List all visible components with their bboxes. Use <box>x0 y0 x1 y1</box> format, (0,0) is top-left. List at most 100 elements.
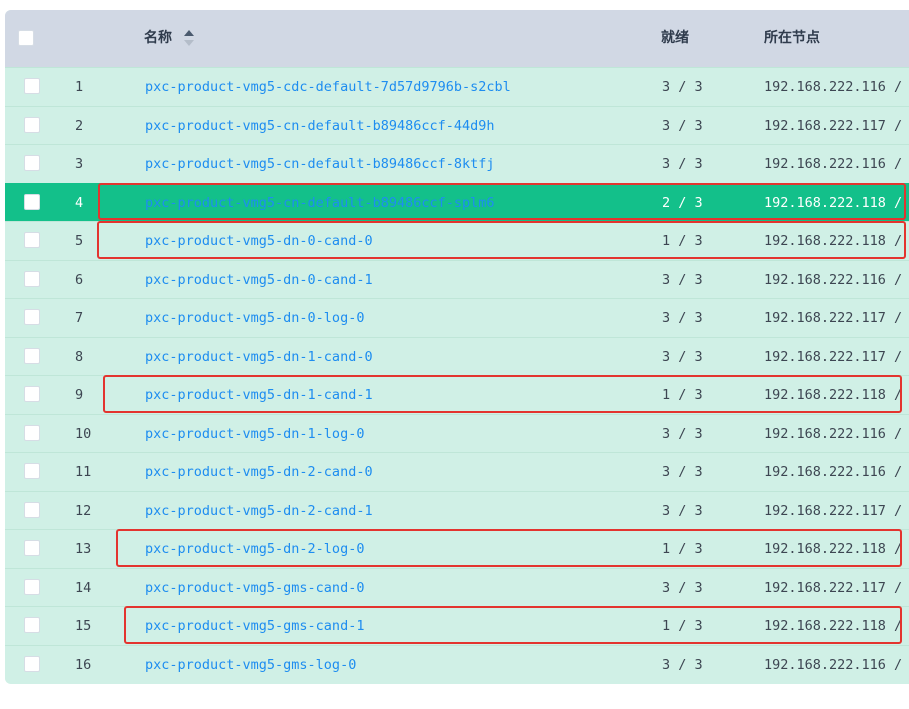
column-header-node-label: 所在节点 <box>764 30 820 46</box>
node-address: 192.168.222.118 / <box>764 387 903 403</box>
node-address: 192.168.222.118 / <box>764 618 903 634</box>
node-address: 192.168.222.116 / <box>764 656 903 673</box>
row-index: 16 <box>75 656 92 673</box>
node-address: 192.168.222.117 / <box>764 310 903 326</box>
row-checkbox[interactable] <box>24 78 40 94</box>
row-index: 4 <box>75 194 84 211</box>
row-checkbox[interactable] <box>24 655 40 672</box>
pod-name-link[interactable]: pxc-product-vmg5-dn-1-cand-0 <box>145 338 373 376</box>
row-index: 11 <box>75 464 92 480</box>
column-header-name[interactable]: 名称 <box>144 10 172 67</box>
row-checkbox[interactable] <box>24 232 40 248</box>
pod-name-link[interactable]: pxc-product-vmg5-dn-2-cand-0 <box>145 453 373 491</box>
table-row[interactable]: 3 pxc-product-vmg5-cn-default-b89486ccf-8… <box>5 144 909 182</box>
row-index: 15 <box>75 618 92 634</box>
pod-name-link[interactable]: pxc-product-vmg5-dn-1-cand-1 <box>145 376 373 414</box>
row-index: 2 <box>75 117 84 134</box>
ready-count: 3 / 3 <box>662 271 703 288</box>
ready-count: 3 / 3 <box>662 502 703 519</box>
ready-count: 3 / 3 <box>662 310 703 326</box>
pod-name-link[interactable]: pxc-product-vmg5-dn-0-log-0 <box>145 299 364 337</box>
row-index: 13 <box>75 541 92 557</box>
ready-count: 3 / 3 <box>662 156 703 172</box>
pod-name-link[interactable]: pxc-product-vmg5-gms-cand-0 <box>145 569 364 607</box>
sort-icon[interactable] <box>183 28 195 48</box>
table-row[interactable]: 7 pxc-product-vmg5-dn-0-log-0 3 / 3 192.168… <box>5 298 909 336</box>
pod-name-link[interactable]: pxc-product-vmg5-cn-default-b89486ccf-44… <box>145 107 495 145</box>
ready-count: 3 / 3 <box>662 425 703 442</box>
table-row[interactable]: 14 pxc-product-vmg5-gms-cand-0 3 / 3 192.16… <box>5 567 909 607</box>
row-index: 14 <box>75 579 92 596</box>
row-index: 10 <box>75 425 92 442</box>
pod-name-link[interactable]: pxc-product-vmg5-dn-0-cand-1 <box>145 261 373 299</box>
column-header-name-label: 名称 <box>144 30 172 46</box>
row-index: 6 <box>75 271 84 288</box>
node-address: 192.168.222.116 / <box>764 271 903 288</box>
table-row[interactable]: 15 pxc-product-vmg5-gms-cand-1 1 / 3 192.16… <box>5 606 909 644</box>
pod-name-link[interactable]: pxc-product-vmg5-cdc-default-7d57d9796b-… <box>145 68 511 106</box>
row-index: 3 <box>75 156 84 172</box>
table-row[interactable]: 2 pxc-product-vmg5-cn-default-b89486ccf-4… <box>5 105 909 145</box>
row-index: 5 <box>75 233 84 249</box>
row-index: 9 <box>75 387 84 403</box>
row-index: 12 <box>75 502 92 519</box>
row-index: 8 <box>75 348 84 365</box>
table-row[interactable]: 9 pxc-product-vmg5-dn-1-cand-1 1 / 3 192.16… <box>5 375 909 413</box>
pod-name-link[interactable]: pxc-product-vmg5-cn-default-b89486ccf-sp… <box>145 184 495 222</box>
table-row[interactable]: 6 pxc-product-vmg5-dn-0-cand-1 3 / 3 192.16… <box>5 259 909 299</box>
row-checkbox[interactable] <box>24 155 40 171</box>
table-row[interactable]: 11 pxc-product-vmg5-dn-2-cand-0 3 / 3 192.1… <box>5 452 909 490</box>
node-address: 192.168.222.118 / <box>764 194 903 211</box>
table-row[interactable]: 4 pxc-product-vmg5-cn-default-b89486ccf-s… <box>5 182 909 222</box>
row-index: 7 <box>75 310 84 326</box>
column-header-ready[interactable]: 就绪 <box>661 10 689 67</box>
row-checkbox[interactable] <box>24 193 40 210</box>
pod-name-link[interactable]: pxc-product-vmg5-gms-cand-1 <box>145 607 364 645</box>
table-row[interactable]: 10 pxc-product-vmg5-dn-1-log-0 3 / 3 192.16… <box>5 413 909 453</box>
row-checkbox[interactable] <box>24 501 40 518</box>
node-address: 192.168.222.118 / <box>764 541 903 557</box>
node-address: 192.168.222.117 / <box>764 502 903 519</box>
table-row[interactable]: 16 pxc-product-vmg5-gms-log-0 3 / 3 192.168… <box>5 644 909 684</box>
ready-count: 3 / 3 <box>662 79 703 95</box>
ready-count: 1 / 3 <box>662 387 703 403</box>
table-row[interactable]: 8 pxc-product-vmg5-dn-1-cand-0 3 / 3 192.16… <box>5 336 909 376</box>
table-header: 名称 就绪 所在节点 <box>5 10 909 67</box>
row-checkbox[interactable] <box>24 463 40 479</box>
table-row[interactable]: 5 pxc-product-vmg5-dn-0-cand-0 1 / 3 192.16… <box>5 221 909 259</box>
ready-count: 3 / 3 <box>662 656 703 673</box>
row-checkbox[interactable] <box>24 617 40 633</box>
row-checkbox[interactable] <box>24 116 40 133</box>
row-checkbox[interactable] <box>24 270 40 287</box>
pod-name-link[interactable]: pxc-product-vmg5-dn-0-cand-0 <box>145 222 373 260</box>
node-address: 192.168.222.118 / <box>764 233 903 249</box>
ready-count: 1 / 3 <box>662 233 703 249</box>
node-address: 192.168.222.116 / <box>764 464 903 480</box>
table-row[interactable]: 1 pxc-product-vmg5-cdc-default-7d57d9796b… <box>5 67 909 105</box>
node-address: 192.168.222.117 / <box>764 348 903 365</box>
table-row[interactable]: 12 pxc-product-vmg5-dn-2-cand-1 3 / 3 192.1… <box>5 490 909 530</box>
table-row[interactable]: 13 pxc-product-vmg5-dn-2-log-0 1 / 3 192.16… <box>5 529 909 567</box>
node-address: 192.168.222.116 / <box>764 425 903 442</box>
pod-name-link[interactable]: pxc-product-vmg5-gms-log-0 <box>145 646 356 684</box>
node-address: 192.168.222.117 / <box>764 579 903 596</box>
pod-name-link[interactable]: pxc-product-vmg5-dn-2-cand-1 <box>145 492 373 530</box>
pod-table: 名称 就绪 所在节点 1 pxc-product-vmg5-cdc-default… <box>5 10 909 684</box>
ready-count: 3 / 3 <box>662 117 703 134</box>
row-checkbox[interactable] <box>24 347 40 364</box>
row-checkbox[interactable] <box>24 540 40 556</box>
select-all-checkbox[interactable] <box>18 30 34 46</box>
node-address: 192.168.222.117 / <box>764 117 903 134</box>
row-checkbox[interactable] <box>24 424 40 441</box>
pod-name-link[interactable]: pxc-product-vmg5-dn-2-log-0 <box>145 530 364 568</box>
node-address: 192.168.222.116 / <box>764 79 903 95</box>
row-checkbox[interactable] <box>24 386 40 402</box>
column-header-node[interactable]: 所在节点 <box>764 10 820 67</box>
row-checkbox[interactable] <box>24 309 40 325</box>
ready-count: 2 / 3 <box>662 194 703 211</box>
pod-name-link[interactable]: pxc-product-vmg5-cn-default-b89486ccf-8k… <box>145 145 495 183</box>
pod-name-link[interactable]: pxc-product-vmg5-dn-1-log-0 <box>145 415 364 453</box>
ready-count: 3 / 3 <box>662 579 703 596</box>
ready-count: 3 / 3 <box>662 348 703 365</box>
row-checkbox[interactable] <box>24 578 40 595</box>
